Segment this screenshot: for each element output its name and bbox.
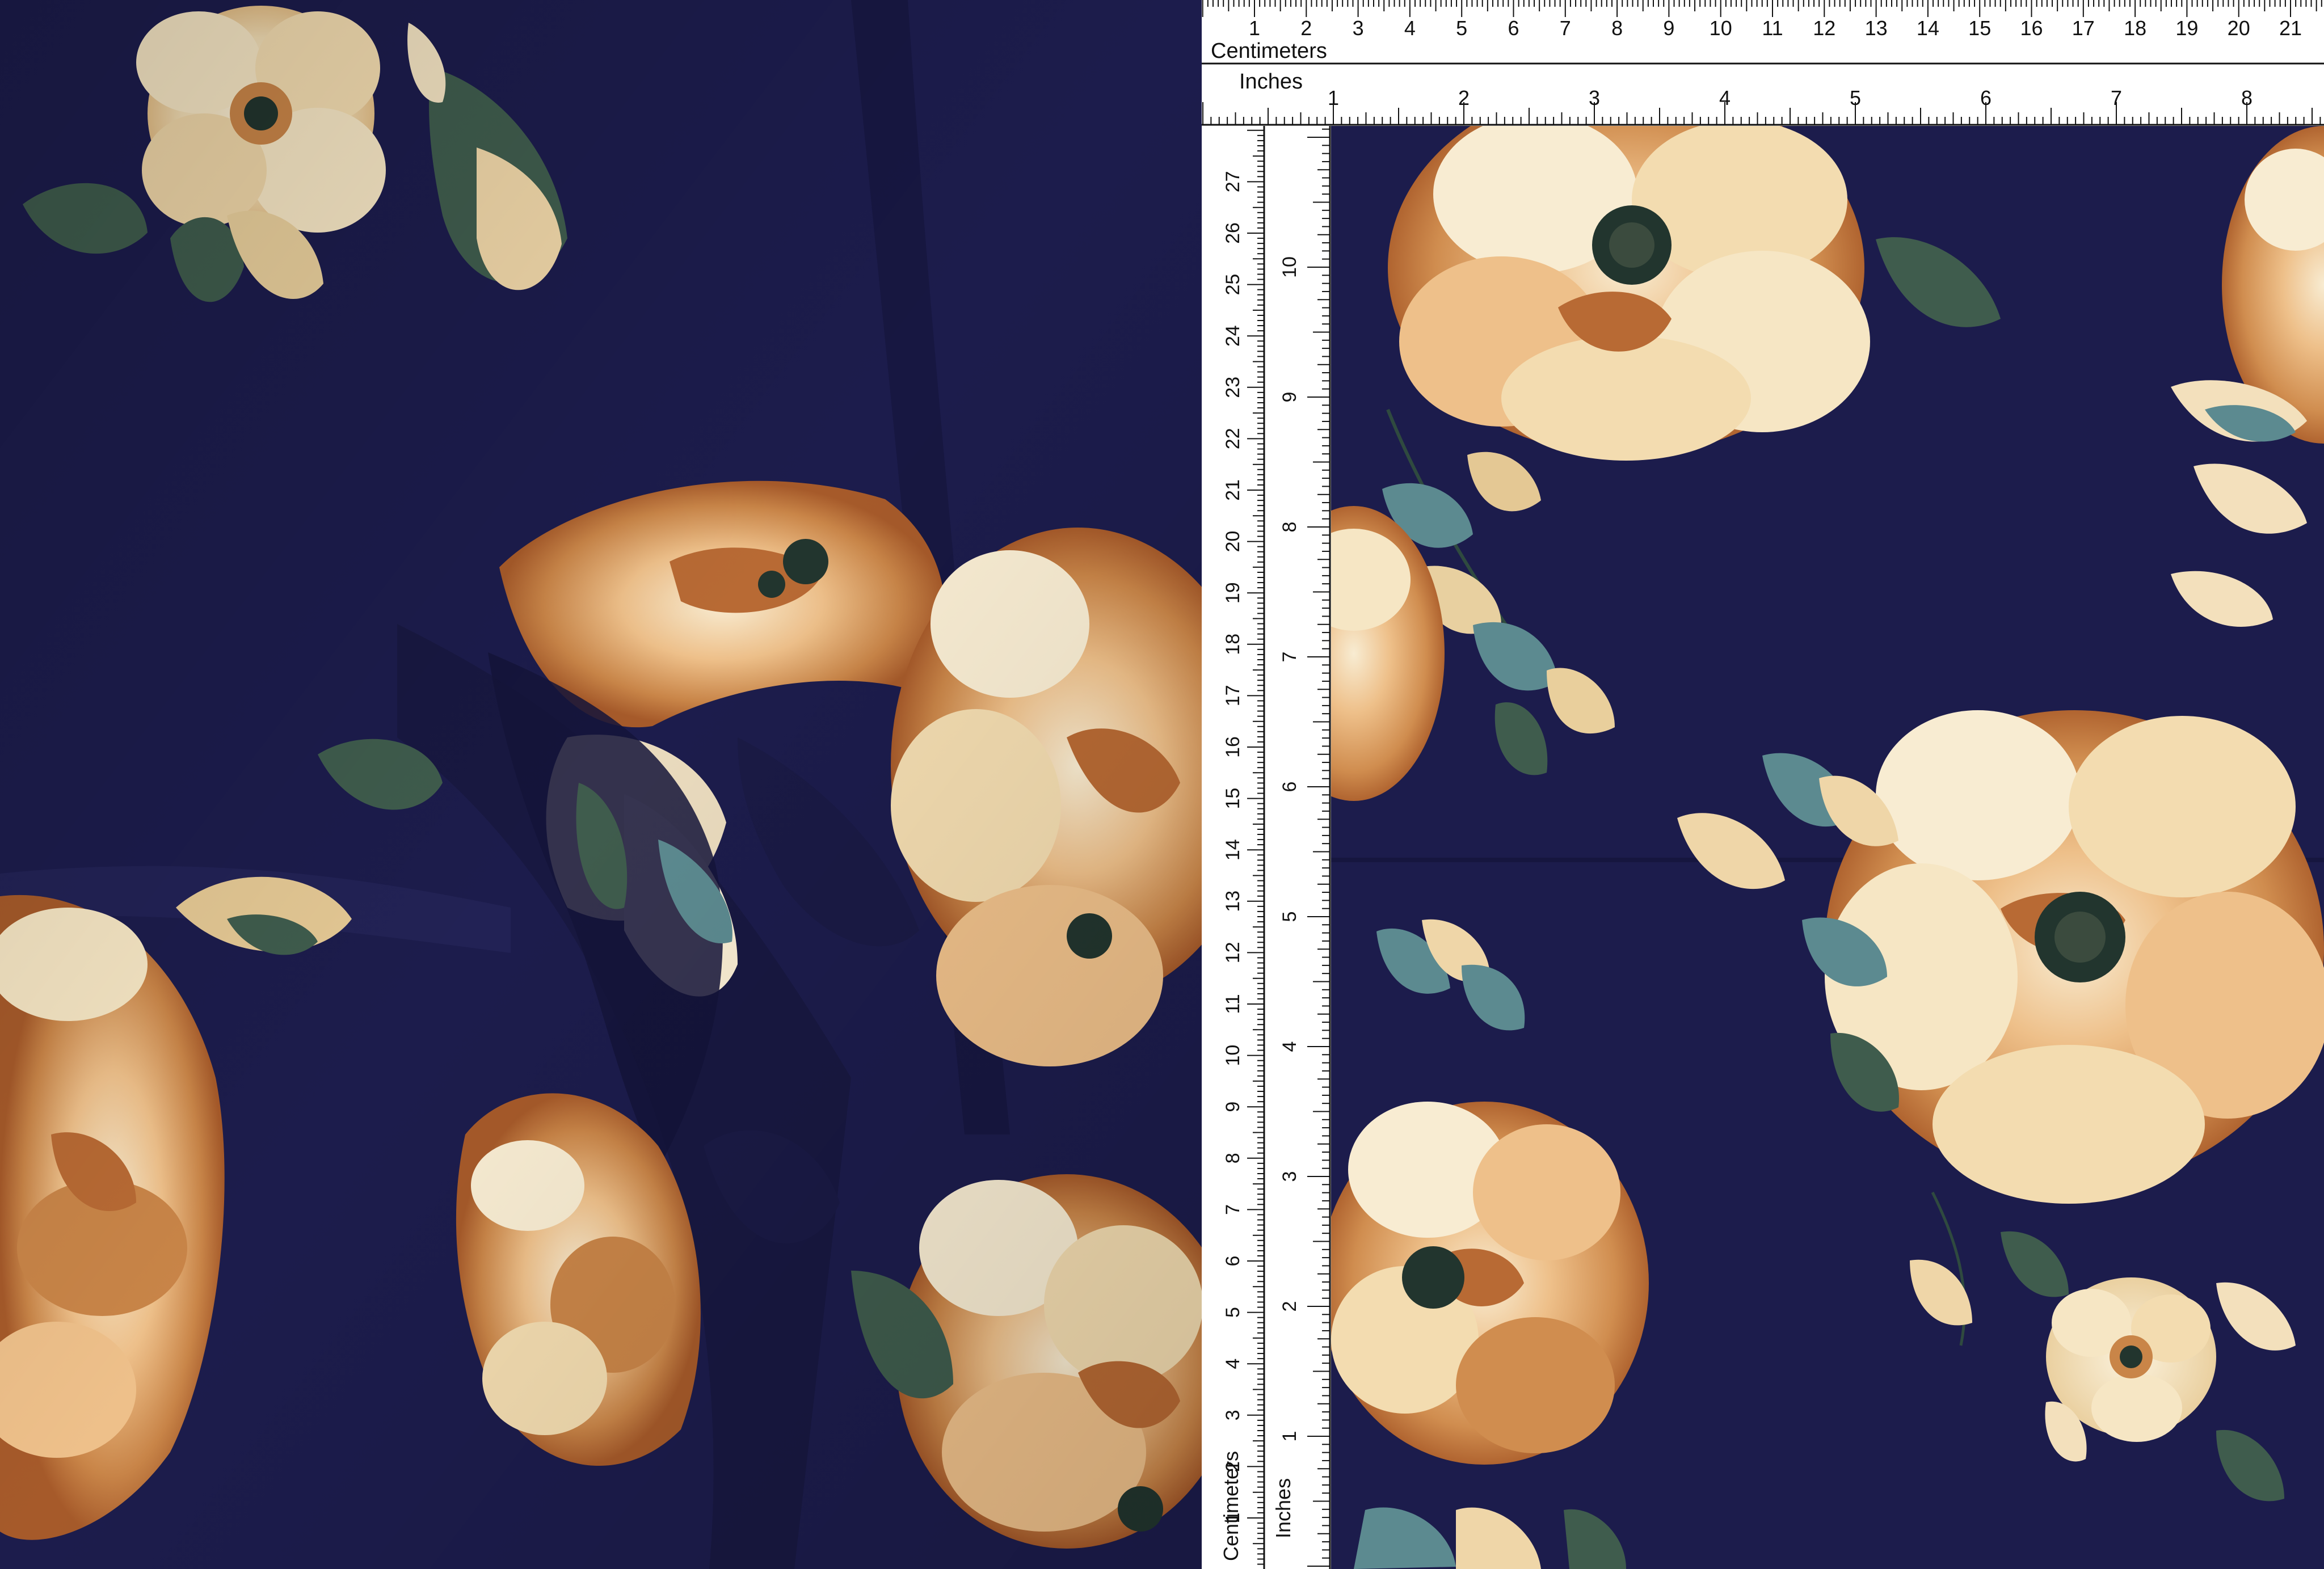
top-ruler-in-number: 1 [1328,86,1339,109]
side-ruler-in-number: 9 [1279,392,1300,403]
side-ruler-cm-number: 7 [1222,1204,1244,1215]
side-ruler-cm-number: 12 [1222,942,1244,963]
top-ruler-cm-number: 21 [2279,16,2302,40]
side-ruler-in-number: 2 [1279,1301,1300,1312]
side-ruler: Centimeters Inches 1 2 3 4 5 6 7 8 9 10 11 12 13 14 15… [1202,126,1331,1569]
top-ruler-cm-number: 6 [1508,16,1519,40]
side-ruler-in-number: 3 [1279,1171,1300,1182]
top-ruler-cm-number: 4 [1404,16,1416,40]
top-ruler-in-number: 3 [1589,86,1600,109]
side-ruler-cm-number: 26 [1222,222,1244,244]
top-ruler-cm-number: 2 [1300,16,1312,40]
top-ruler-cm-number: 20 [2228,16,2250,40]
top-ruler-in-unit-label: Inches [1239,70,1303,94]
top-ruler-in-number: 7 [2111,86,2122,109]
top-ruler-cm-number: 17 [2072,16,2095,40]
side-ruler-cm-number: 4 [1222,1359,1244,1369]
top-ruler-cm-number: 1 [1249,16,1260,40]
side-ruler-cm-number: 19 [1222,582,1244,604]
side-ruler-cm-number: 11 [1222,994,1244,1014]
side-ruler-cm-number: 27 [1222,171,1244,192]
side-ruler-cm-number: 24 [1222,325,1244,347]
side-ruler-in-unit-label: Inches [1272,1478,1295,1538]
top-ruler-cm-number: 11 [1762,16,1783,40]
draped-fabric-illustration [0,0,1202,1569]
top-ruler-in-number: 2 [1458,86,1470,109]
side-ruler-graphic: Centimeters Inches 123456789101112131415… [1202,126,1331,1569]
side-ruler-in-number: 4 [1279,1041,1300,1052]
flat-fabric-illustration [1331,126,2324,1569]
side-ruler-cm-number: 5 [1222,1307,1244,1318]
side-ruler-in-number: 6 [1279,782,1300,792]
peach-flower-top [1388,126,1870,461]
top-ruler-in-number: 5 [1850,86,1861,109]
side-ruler-in-number: 1 [1279,1431,1300,1442]
side-ruler-cm-number: 20 [1222,531,1244,552]
side-ruler-cm-number: 10 [1222,1045,1244,1066]
top-ruler: Centimeters Inches 1 2 3 4 5 6 7 8 9 10 11 12 13 14 15… [1202,0,2324,126]
side-ruler-cm-number: 13 [1222,891,1244,912]
side-ruler-in-number: 10 [1279,256,1300,278]
side-ruler-cm-number: 9 [1222,1102,1244,1112]
top-ruler-cm-number: 7 [1560,16,1571,40]
side-ruler-in-number: 8 [1279,522,1300,533]
top-ruler-cm-number: 13 [1865,16,1888,40]
top-ruler-cm-number: 14 [1917,16,1939,40]
side-ruler-cm-number: 6 [1222,1256,1244,1267]
side-ruler-in-number: 7 [1279,652,1300,663]
top-ruler-cm-number: 5 [1456,16,1467,40]
top-ruler-cm-number: 19 [2175,16,2198,40]
peach-flower-bottom-left-flat [1331,1102,1649,1465]
top-ruler-cm-number: 9 [1663,16,1674,40]
side-ruler-cm-number: 16 [1222,736,1244,758]
side-ruler-cm-number: 21 [1222,479,1244,501]
top-ruler-cm-number: 18 [2124,16,2146,40]
side-ruler-cm-number: 17 [1222,685,1244,706]
side-ruler-cm-number: 22 [1222,428,1244,449]
side-ruler-cm-number: 3 [1222,1410,1244,1420]
side-ruler-cm-number: 8 [1222,1153,1244,1163]
top-ruler-in-number: 8 [2241,86,2253,109]
side-ruler-cm-number: 25 [1222,274,1244,296]
top-ruler-in-number: 4 [1719,86,1731,109]
side-ruler-cm-number: 1 [1222,1513,1244,1524]
side-ruler-cm-number: 14 [1222,839,1244,861]
top-ruler-cm-number: 12 [1813,16,1835,40]
side-ruler-in-number: 5 [1279,912,1300,922]
top-ruler-cm-number: 3 [1353,16,1364,40]
flat-fabric-photo [1331,126,2324,1569]
draped-fabric-photo [0,0,1202,1569]
side-ruler-cm-number: 18 [1222,634,1244,655]
top-ruler-cm-number: 10 [1710,16,1732,40]
top-ruler-cm-number: 15 [1968,16,1991,40]
top-ruler-cm-number: 8 [1611,16,1623,40]
top-ruler-in-number: 6 [1980,86,1992,109]
top-ruler-cm-number: 16 [2020,16,2043,40]
top-ruler-cm-unit-label: Centimeters [1211,39,1327,63]
side-ruler-cm-number: 23 [1222,377,1244,398]
top-ruler-graphic: Centimeters Inches 1 2 3 4 5 6 7 8 9 10 11 12 13 14 15… [1202,0,2324,126]
side-ruler-cm-number: 15 [1222,788,1244,809]
side-ruler-cm-number: 2 [1222,1461,1244,1472]
